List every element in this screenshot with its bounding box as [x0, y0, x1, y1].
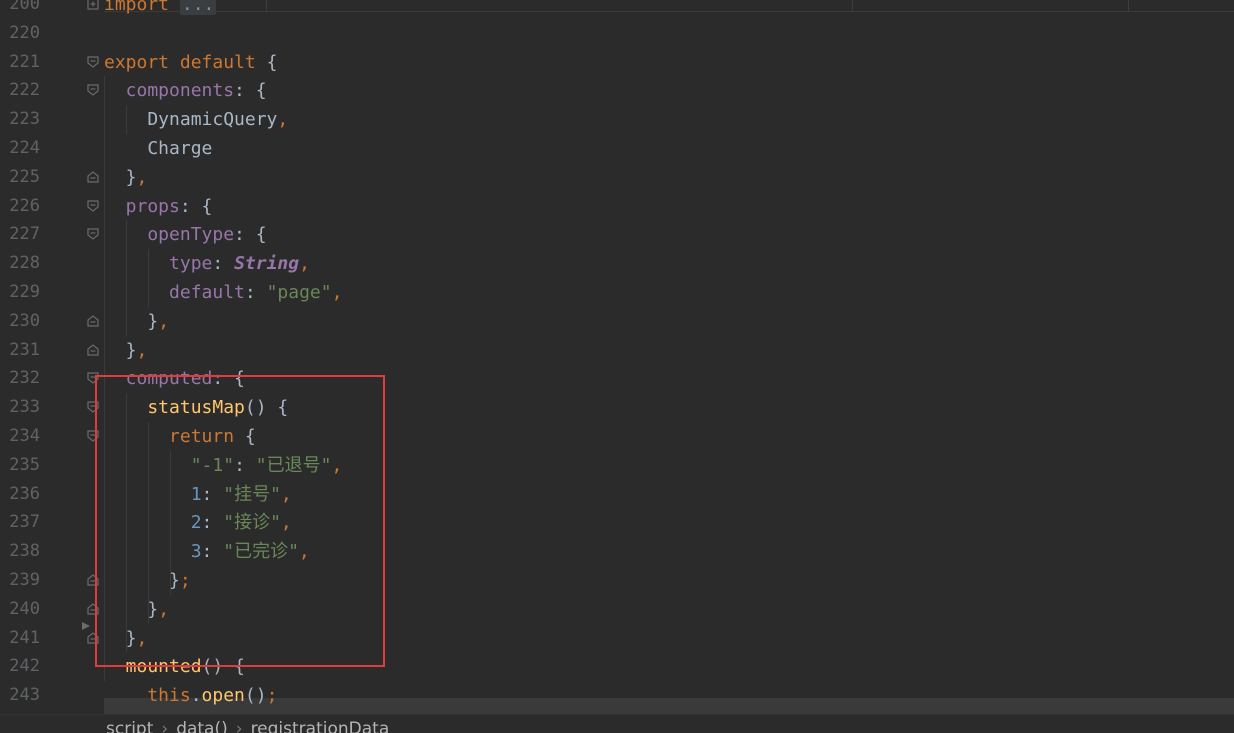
code-token: : { [234, 80, 267, 102]
code-token: type [104, 253, 213, 275]
code-token: , [136, 339, 148, 361]
annotation-highlight-box [95, 375, 385, 667]
line-number[interactable]: 228 [0, 249, 40, 278]
chevron-right-icon: › [161, 719, 169, 733]
fold-expand-icon[interactable] [86, 0, 100, 11]
code-token: : { [234, 224, 267, 246]
line-number[interactable]: 200 [0, 0, 40, 19]
code-token: () [244, 685, 267, 707]
code-token: { [266, 51, 278, 73]
fold-collapse-icon[interactable] [86, 227, 100, 241]
code-token: } [104, 339, 137, 361]
code-line[interactable]: }, [104, 307, 169, 336]
code-token: , [158, 310, 170, 332]
line-number[interactable]: 222 [0, 76, 40, 105]
line-number[interactable]: 241 [0, 624, 40, 653]
code-line[interactable]: import ... [104, 0, 217, 19]
line-number[interactable]: 243 [0, 681, 40, 710]
code-token: openType [104, 224, 235, 246]
breadcrumb-items: script › data() › registrationData [106, 719, 389, 733]
code-token: , [299, 253, 310, 275]
code-token: . [190, 685, 202, 707]
line-number[interactable]: 238 [0, 537, 40, 566]
indent-guide [126, 220, 127, 336]
fold-end-icon[interactable] [86, 343, 100, 357]
code-line[interactable]: openType: { [104, 220, 267, 249]
line-number[interactable]: 221 [0, 48, 40, 77]
line-number[interactable]: 233 [0, 393, 40, 422]
line-number[interactable]: 229 [0, 278, 40, 307]
indent-guide [148, 249, 149, 307]
code-token: } [104, 166, 137, 188]
line-number[interactable]: 223 [0, 105, 40, 134]
line-number[interactable]: 236 [0, 480, 40, 509]
fold-end-icon[interactable] [86, 314, 100, 328]
code-token: : [244, 282, 267, 303]
breadcrumb-item-data[interactable]: data() [176, 719, 228, 733]
line-number[interactable]: 239 [0, 566, 40, 595]
code-line[interactable]: Charge [104, 134, 212, 163]
code-token: props [104, 195, 180, 217]
line-number[interactable]: 226 [0, 192, 40, 221]
code-line[interactable]: type: String, [104, 249, 310, 278]
fold-collapse-icon[interactable] [86, 55, 100, 69]
chevron-right-icon: › [235, 719, 243, 733]
code-token: components [104, 80, 235, 102]
code-line[interactable]: default: "page", [104, 278, 342, 307]
code-token: open [201, 685, 245, 707]
code-token: } [104, 310, 159, 332]
code-token: String [234, 253, 300, 275]
code-editor[interactable]: 200 220 221 222 223 224 225 226 227 228 229 230 231 2… [0, 0, 1234, 733]
line-number[interactable]: 240 [0, 595, 40, 624]
code-line[interactable]: DynamicQuery, [104, 105, 288, 134]
line-number[interactable]: 242 [0, 652, 40, 681]
line-number[interactable]: 231 [0, 336, 40, 365]
code-token: Charge [104, 138, 213, 159]
line-number[interactable]: 235 [0, 451, 40, 480]
line-number-gutter[interactable]: 200 220 221 222 223 224 225 226 227 228 229 230 231 2… [0, 0, 104, 714]
code-token: export default [104, 51, 267, 73]
code-line[interactable]: props: { [104, 192, 213, 221]
line-number[interactable]: 230 [0, 307, 40, 336]
code-token: : { [179, 195, 213, 217]
fold-collapse-icon[interactable] [86, 199, 100, 213]
indent-guide [126, 105, 127, 134]
line-number[interactable]: 227 [0, 220, 40, 249]
code-token: "page" [266, 282, 332, 303]
code-line[interactable]: export default { [104, 48, 277, 77]
code-token: import [104, 0, 180, 15]
code-token: ; [266, 685, 278, 707]
line-number[interactable]: 220 [0, 19, 40, 48]
code-line[interactable]: }, [104, 336, 148, 365]
code-line[interactable]: this.open(); [104, 681, 277, 710]
fold-end-icon[interactable] [86, 170, 100, 184]
code-token: ... [179, 0, 217, 15]
line-number[interactable]: 224 [0, 134, 40, 163]
execution-arrow-icon [80, 617, 92, 630]
code-token: , [136, 166, 148, 188]
line-number[interactable]: 234 [0, 422, 40, 451]
code-line[interactable]: }, [104, 163, 148, 192]
breadcrumb-item-registration-data[interactable]: registrationData [251, 719, 390, 733]
code-token: : [212, 253, 235, 275]
code-token: this [104, 685, 191, 707]
line-number[interactable]: 232 [0, 364, 40, 393]
code-line[interactable]: components: { [104, 76, 267, 105]
line-number[interactable]: 237 [0, 508, 40, 537]
breadcrumb: script › data() › registrationData [0, 714, 1234, 733]
line-number[interactable]: 225 [0, 163, 40, 192]
fold-collapse-icon[interactable] [86, 83, 100, 97]
code-token: , [277, 109, 289, 131]
breadcrumb-item-script[interactable]: script [106, 719, 153, 733]
code-token: DynamicQuery [104, 109, 278, 131]
code-token: , [331, 282, 343, 303]
